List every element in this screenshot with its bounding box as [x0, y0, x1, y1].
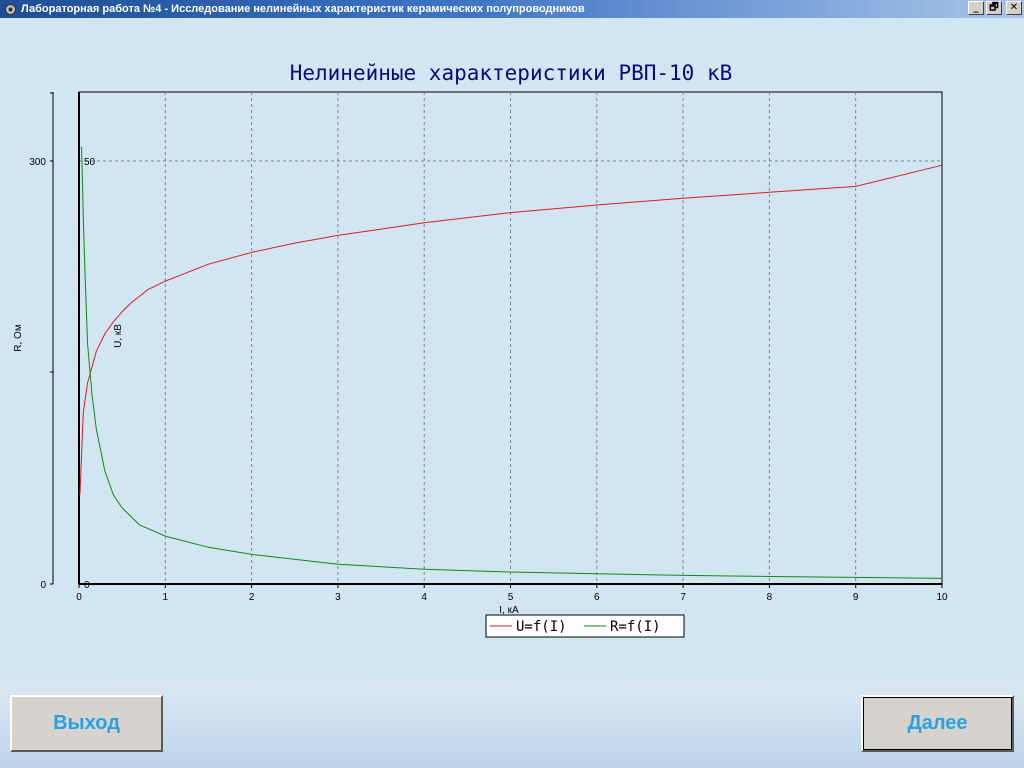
inner-axis-label: U, кВ [113, 324, 124, 348]
title-bar: Лабораторная работа №4 - Исследование не… [0, 0, 1024, 18]
x-tick-label: 4 [421, 592, 427, 603]
x-tick-label: 10 [936, 592, 948, 603]
window-title: Лабораторная работа №4 - Исследование не… [21, 3, 585, 15]
series-line-r [81, 146, 943, 579]
x-tick-label: 5 [508, 592, 514, 603]
y-tick-label: 0 [40, 580, 46, 591]
chart-title: Нелинейные характеристики РВП-10 кВ [290, 61, 733, 85]
x-tick-label: 7 [680, 592, 686, 603]
x-tick-label: 8 [767, 592, 773, 603]
x-tick-label: 0 [76, 592, 82, 603]
bottom-panel: Выход Далее [0, 680, 1024, 768]
minimize-button[interactable]: _ [968, 1, 984, 15]
inner-tick-label: 0 [84, 580, 90, 591]
legend-label-r: R=f(I) [610, 619, 661, 635]
exit-button[interactable]: Выход [10, 695, 163, 752]
x-tick-label: 6 [594, 592, 600, 603]
x-tick-label: 1 [163, 592, 169, 603]
y-tick-label: 300 [29, 157, 46, 168]
inner-tick-label: 50 [84, 157, 96, 168]
x-tick-label: 9 [853, 592, 859, 603]
main-content: 0 1 2 3 4 5 6 7 8 9 10 300 0 50 0 R, Ом U, кВ I, кА Нелине… [0, 18, 1024, 690]
restore-button[interactable]: 🗗 [986, 1, 1002, 15]
x-tick-label: 3 [335, 592, 341, 603]
x-tick-label: 2 [249, 592, 255, 603]
next-button[interactable]: Далее [861, 695, 1014, 752]
x-axis-label: I, кА [499, 605, 519, 616]
close-button[interactable]: ✕ [1006, 1, 1022, 15]
window-controls: _ 🗗 ✕ [968, 1, 1022, 15]
y-axis-label: R, Ом [13, 324, 24, 352]
chart: 0 1 2 3 4 5 6 7 8 9 10 300 0 50 0 R, Ом U, кВ I, кА Нелине… [13, 61, 948, 638]
gear-icon[interactable] [3, 2, 17, 16]
legend-label-u: U=f(I) [516, 619, 567, 635]
